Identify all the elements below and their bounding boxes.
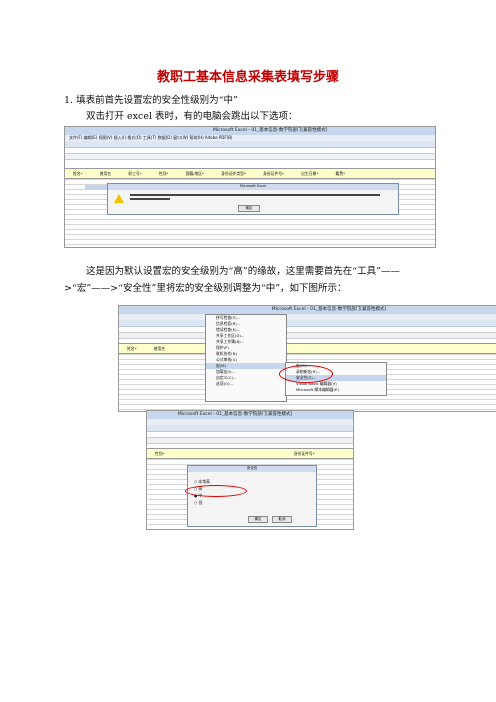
- ok-button[interactable]: 确定: [248, 516, 268, 523]
- dialog-title: Microsoft Excel: [108, 184, 398, 190]
- option-label: 低: [198, 500, 203, 505]
- window-title: Microsoft Excel - 01_基本信息-数学院部门[兼容性模式]: [271, 307, 387, 312]
- cancel-button[interactable]: 取消: [272, 516, 292, 523]
- warning-icon: [114, 194, 124, 203]
- radio-low[interactable]: ○ 低: [194, 499, 210, 506]
- document-title: 教职工基本信息采集表填写步骤: [156, 70, 339, 85]
- column-label: 性别*: [155, 451, 165, 456]
- column-label: 出生日期*: [301, 171, 319, 176]
- highlight-circle: [279, 365, 333, 383]
- highlight-circle: [185, 485, 247, 497]
- paragraph-2: 这是因为默认设置宏的安全级别为“高”的缘故，这里需要首先在“工具”——>“宏”—…: [64, 266, 400, 294]
- option-label: 非常高: [198, 479, 210, 484]
- window-titlebar: Microsoft Excel - 01_基本信息-数学院部门[兼容性模式]: [65, 127, 435, 135]
- screenshot-macro-warning: Microsoft Excel - 01_基本信息-数学院部门[兼容性模式] 文…: [64, 126, 436, 248]
- column-label: 国籍/地区*: [185, 171, 204, 176]
- submenu-item[interactable]: Microsoft 脚本编辑器(E): [286, 387, 386, 393]
- column-label: 身份证件类型*: [221, 171, 246, 176]
- ok-button[interactable]: 确定: [238, 205, 260, 212]
- column-label: 性别*: [158, 171, 169, 176]
- column-label: 曾用名: [153, 346, 166, 351]
- dialog-message: [130, 198, 170, 200]
- table-header: 姓名* 曾用名: [119, 343, 496, 354]
- screenshot-security-dialog: Microsoft Excel - 01_基本信息-数学院部门[兼容性模式] 性…: [146, 410, 354, 530]
- step-1-heading: 1. 填表前首先设置宏的安全性级别为“中”: [64, 95, 238, 106]
- toolbar: [119, 320, 496, 327]
- window-titlebar: Microsoft Excel - 01_基本信息-数学院部门[兼容性模式]: [119, 306, 496, 314]
- table-header: 性别* 身份证件号*: [147, 448, 353, 459]
- table-header: 姓名* 曾用名 职工号* 性别* 国籍/地区* 身份证件类型* 身份证件号* 出…: [65, 168, 435, 179]
- toolbar: [65, 141, 435, 148]
- toolbar: [147, 425, 353, 432]
- column-label: 姓名*: [73, 171, 83, 176]
- column-label: 籍贯*: [335, 171, 345, 176]
- security-warning-dialog: Microsoft Excel 确定: [107, 183, 399, 215]
- menu-item[interactable]: 选项(O)...: [206, 381, 286, 387]
- tools-menu: 拼写检查(S)... 信息检索(R)... 错误检查(K)... 共享工作区(D…: [205, 314, 287, 402]
- window-title: Microsoft Excel - 01_基本信息-数学院部门[兼容性模式]: [213, 128, 328, 133]
- paragraph-1: 双击打开 excel 表时，有的电脑会跳出以下选项：: [86, 111, 298, 122]
- window-titlebar: Microsoft Excel - 01_基本信息-数学院部门[兼容性模式]: [147, 411, 353, 419]
- dialog-message: [130, 194, 380, 196]
- dialog-title: 安全性: [188, 466, 316, 472]
- column-label: 曾用名: [99, 171, 112, 176]
- screenshot-tools-menu: Microsoft Excel - 01_基本信息-数学院部门[兼容性模式] 姓…: [118, 305, 496, 412]
- column-label: 身份证件号*: [263, 171, 284, 176]
- radio-very-high[interactable]: ○ 非常高: [194, 478, 210, 485]
- window-title: Microsoft Excel - 01_基本信息-数学院部门[兼容性模式]: [177, 412, 293, 417]
- column-label: 身份证件号*: [293, 451, 315, 456]
- column-label: 职工号*: [128, 171, 142, 176]
- column-label: 姓名*: [127, 346, 137, 351]
